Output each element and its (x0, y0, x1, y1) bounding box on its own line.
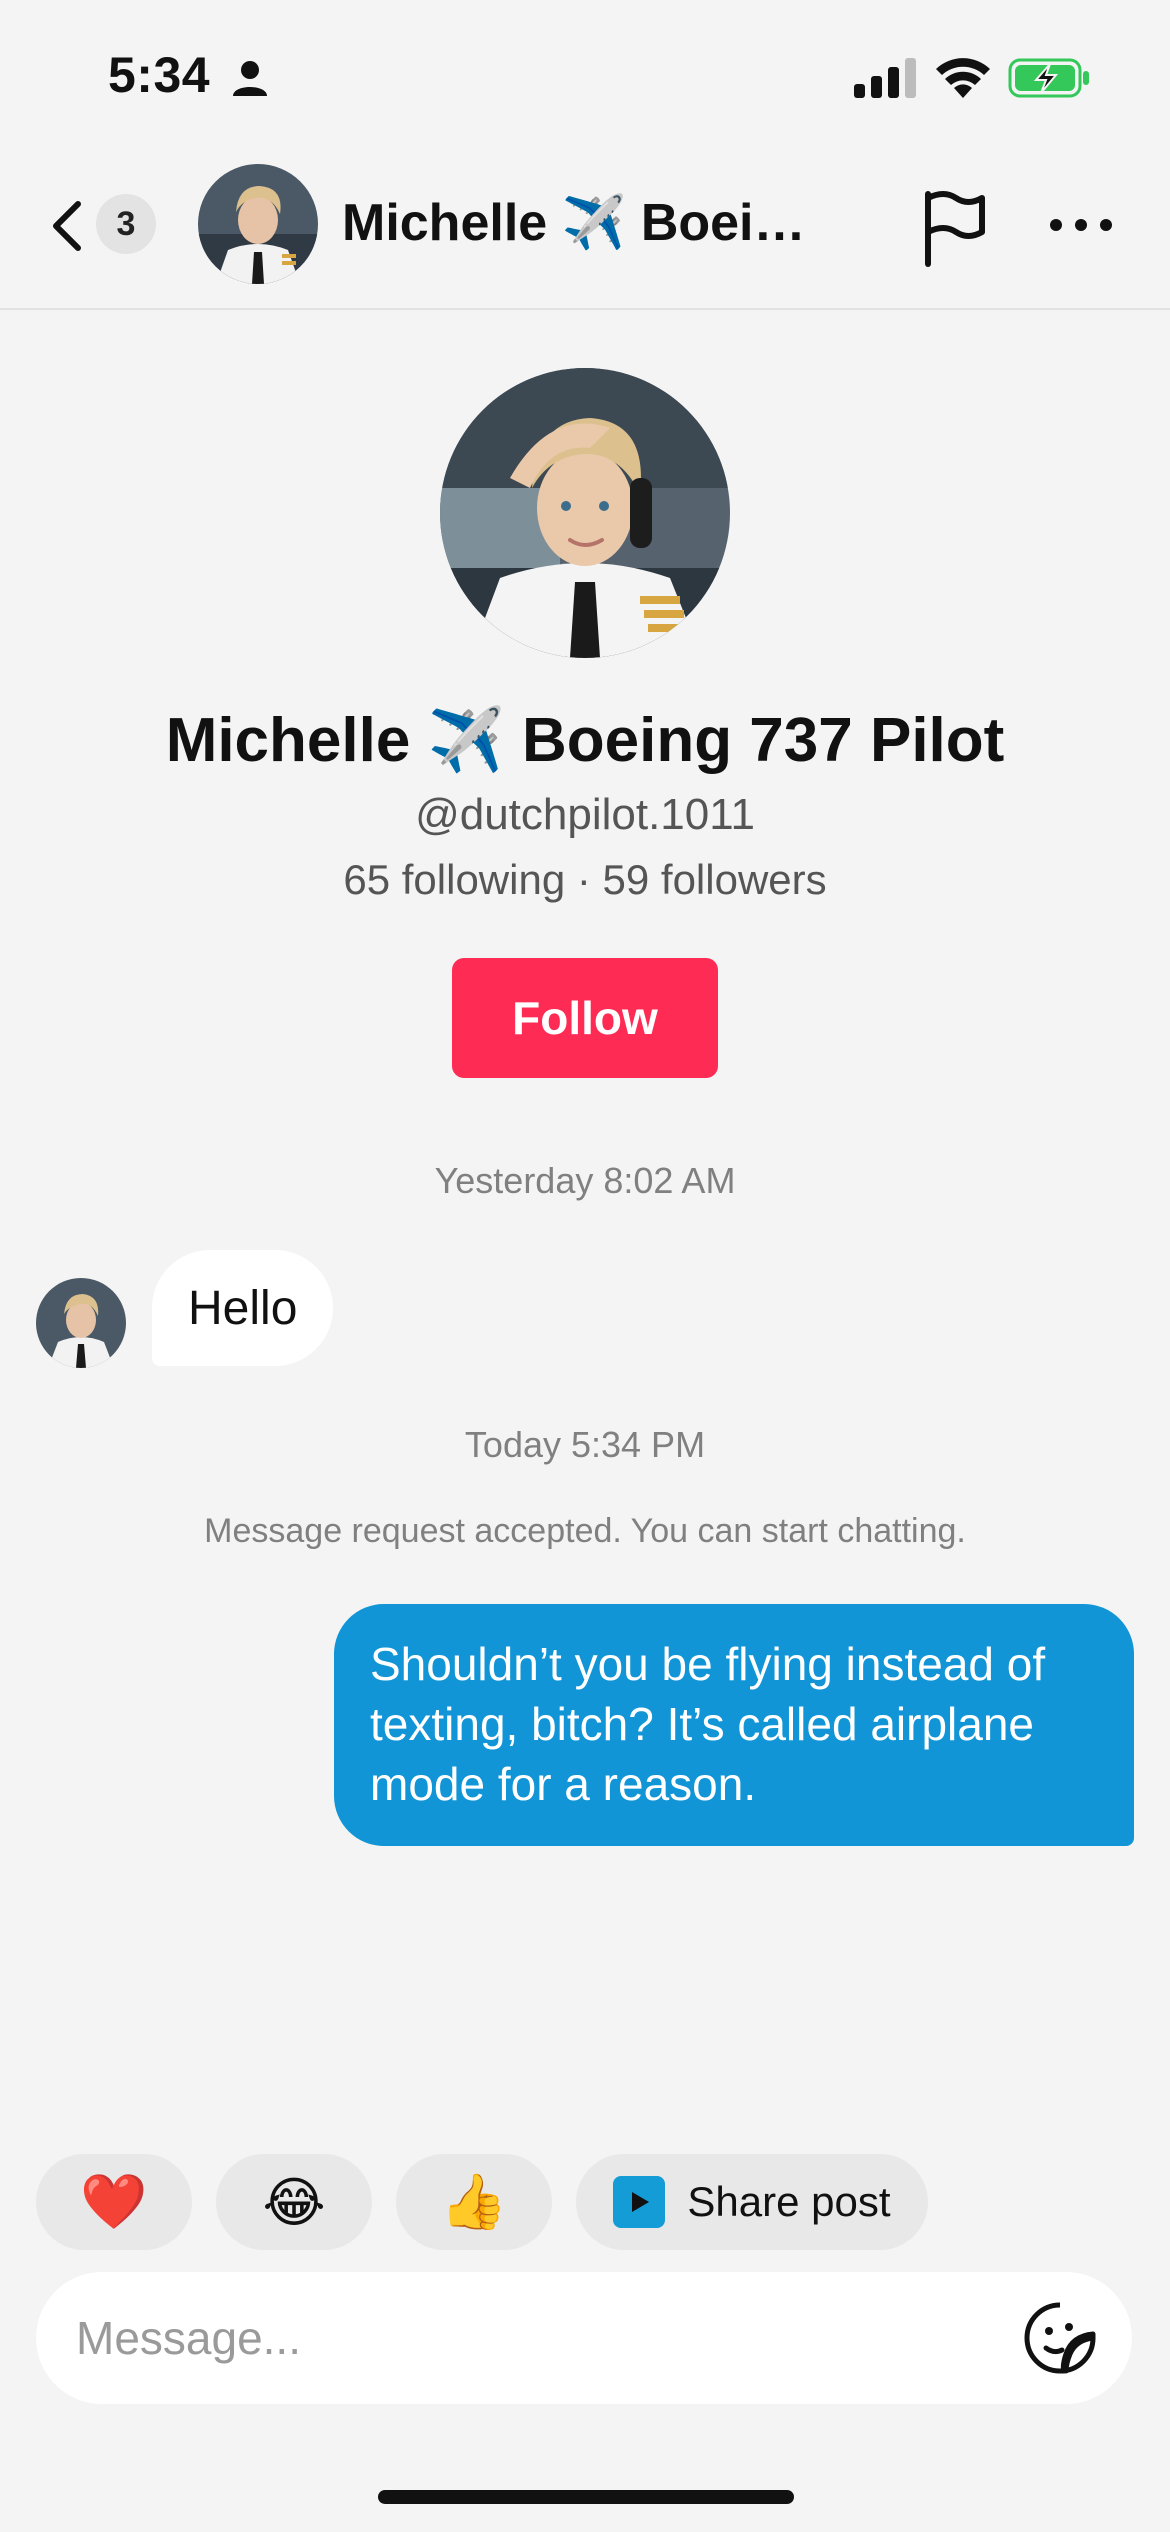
sticker-icon[interactable] (1022, 2300, 1098, 2376)
header-username[interactable]: Michelle ✈️ Boeing 737 Pilot (342, 192, 812, 253)
profile-name: Michelle ✈️ Boeing 737 Pilot (165, 706, 1005, 775)
unread-count-badge: 3 (96, 194, 156, 254)
header-avatar[interactable] (198, 164, 318, 284)
share-post-label: Share post (687, 2178, 891, 2225)
wifi-icon (936, 58, 990, 98)
profile-handle: @dutchpilot.1011 (415, 790, 755, 839)
flag-icon[interactable] (916, 188, 990, 268)
chevron-left-icon (53, 201, 81, 251)
profile-stats[interactable]: 65 following · 59 followers (0, 856, 1170, 904)
thumbs-up-icon: 👍 (440, 2171, 508, 2232)
status-time: 5:34 (108, 47, 211, 103)
share-post-button[interactable]: Share post (576, 2154, 928, 2250)
quick-reply-laughing[interactable]: 😂 (216, 2154, 372, 2250)
message-timestamp: Today 5:34 PM (464, 1424, 706, 1465)
system-message: Message request accepted. You can start … (204, 1512, 966, 1550)
person-icon (233, 61, 267, 96)
outgoing-message-bubble[interactable]: Shouldn’t you be flying instead of texti… (334, 1604, 1134, 1846)
more-icon[interactable] (1046, 200, 1116, 250)
battery-charging-icon (1008, 58, 1089, 98)
quick-reply-heart[interactable]: ❤️ (36, 2154, 192, 2250)
back-button[interactable]: 3 (40, 188, 164, 260)
message-timestamp: Yesterday 8:02 AM (434, 1160, 736, 1201)
incoming-message-bubble[interactable]: Hello (152, 1250, 334, 1366)
home-indicator[interactable] (378, 2490, 794, 2504)
heart-icon: ❤️ (80, 2171, 148, 2232)
play-icon (613, 2176, 666, 2228)
sender-avatar[interactable] (36, 1278, 126, 1368)
message-composer[interactable] (36, 2272, 1132, 2404)
quick-reply-thumbs-up[interactable]: 👍 (396, 2154, 552, 2250)
profile-avatar[interactable] (440, 368, 730, 658)
header-divider (0, 308, 1170, 310)
signal-icon (854, 58, 916, 98)
message-input[interactable] (74, 2310, 978, 2366)
laughing-emoji-icon: 😂 (262, 2172, 326, 2233)
follow-button[interactable]: Follow (452, 958, 718, 1078)
